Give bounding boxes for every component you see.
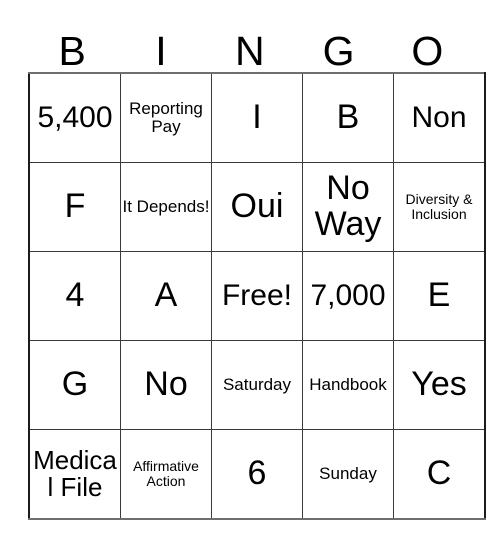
bingo-cell-label: I — [252, 98, 262, 137]
bingo-header-letter-o: O — [411, 28, 444, 74]
bingo-cell-label: 4 — [65, 276, 85, 315]
bingo-cell[interactable]: Diversity & Inclusion — [393, 162, 486, 252]
bingo-cell-label: G — [61, 365, 89, 404]
bingo-cell-label: Saturday — [222, 375, 292, 395]
bingo-cell-label: B — [336, 98, 360, 137]
bingo-cell-label: Handbook — [309, 375, 387, 395]
bingo-cell-label: Sunday — [319, 464, 377, 484]
bingo-cell[interactable]: Yes — [393, 340, 486, 430]
bingo-cell[interactable]: E — [393, 251, 486, 341]
bingo-cell-label: C — [426, 454, 452, 493]
bingo-cell[interactable]: 4 — [28, 251, 121, 341]
bingo-cell-label: Affirmative Action — [133, 458, 199, 489]
bingo-cell[interactable]: B — [302, 72, 394, 163]
bingo-cell-label: No Way — [314, 169, 382, 243]
bingo-cell-free[interactable]: Free! — [211, 251, 303, 341]
bingo-row: F It Depends! Oui No Way Diversity & Inc… — [28, 162, 486, 252]
bingo-cell[interactable]: Affirmative Action — [120, 429, 212, 520]
bingo-cell-label: Oui — [230, 187, 284, 226]
bingo-grid: 5,400 Reporting Pay I B Non F It Depends… — [28, 72, 486, 520]
bingo-cell[interactable]: G — [28, 340, 121, 430]
bingo-cell-label: A — [154, 276, 178, 315]
bingo-cell[interactable]: No Way — [302, 162, 394, 252]
bingo-header-row: B I N G O — [28, 14, 472, 72]
bingo-cell-label: Non — [411, 101, 467, 135]
bingo-cell-label: Free! — [221, 279, 293, 313]
bingo-cell[interactable]: Sunday — [302, 429, 394, 520]
bingo-cell-label: Medical File — [33, 444, 117, 502]
bingo-header-letter-n: N — [234, 28, 266, 74]
bingo-cell[interactable]: Reporting Pay — [120, 72, 212, 163]
bingo-cell-label: 6 — [247, 454, 267, 493]
bingo-row: 5,400 Reporting Pay I B Non — [28, 72, 486, 163]
bingo-header-letter-b: B — [58, 28, 87, 74]
bingo-cell[interactable]: Saturday — [211, 340, 303, 430]
bingo-cell-label: 7,000 — [310, 279, 386, 313]
bingo-cell-label: It Depends! — [122, 197, 210, 217]
bingo-header-letter-i: I — [155, 28, 168, 74]
bingo-cell[interactable]: A — [120, 251, 212, 341]
bingo-cell[interactable]: Non — [393, 72, 486, 163]
bingo-cell[interactable]: 7,000 — [302, 251, 394, 341]
bingo-cell-label: 5,400 — [37, 101, 113, 135]
bingo-cell[interactable]: Oui — [211, 162, 303, 252]
bingo-cell[interactable]: It Depends! — [120, 162, 212, 252]
bingo-cell-label: Reporting Pay — [129, 99, 203, 136]
bingo-cell-label: No — [144, 365, 188, 404]
bingo-card: B I N G O 5,400 Reporting Pay I B Non F … — [28, 14, 486, 520]
bingo-cell-label: Yes — [411, 365, 467, 404]
bingo-cell-label: E — [427, 276, 451, 315]
bingo-cell[interactable]: Medical File — [28, 429, 121, 520]
bingo-cell[interactable]: 5,400 — [28, 72, 121, 163]
bingo-row: Medical File Affirmative Action 6 Sunday… — [28, 429, 486, 520]
bingo-cell[interactable]: F — [28, 162, 121, 252]
bingo-row: G No Saturday Handbook Yes — [28, 340, 486, 430]
bingo-cell-label: Diversity & Inclusion — [405, 191, 473, 222]
bingo-cell[interactable]: Handbook — [302, 340, 394, 430]
bingo-cell[interactable]: 6 — [211, 429, 303, 520]
bingo-cell[interactable]: C — [393, 429, 486, 520]
bingo-row: 4 A Free! 7,000 E — [28, 251, 486, 341]
bingo-cell-label: F — [64, 187, 86, 226]
bingo-header-letter-g: G — [322, 28, 355, 74]
bingo-cell[interactable]: I — [211, 72, 303, 163]
bingo-cell[interactable]: No — [120, 340, 212, 430]
